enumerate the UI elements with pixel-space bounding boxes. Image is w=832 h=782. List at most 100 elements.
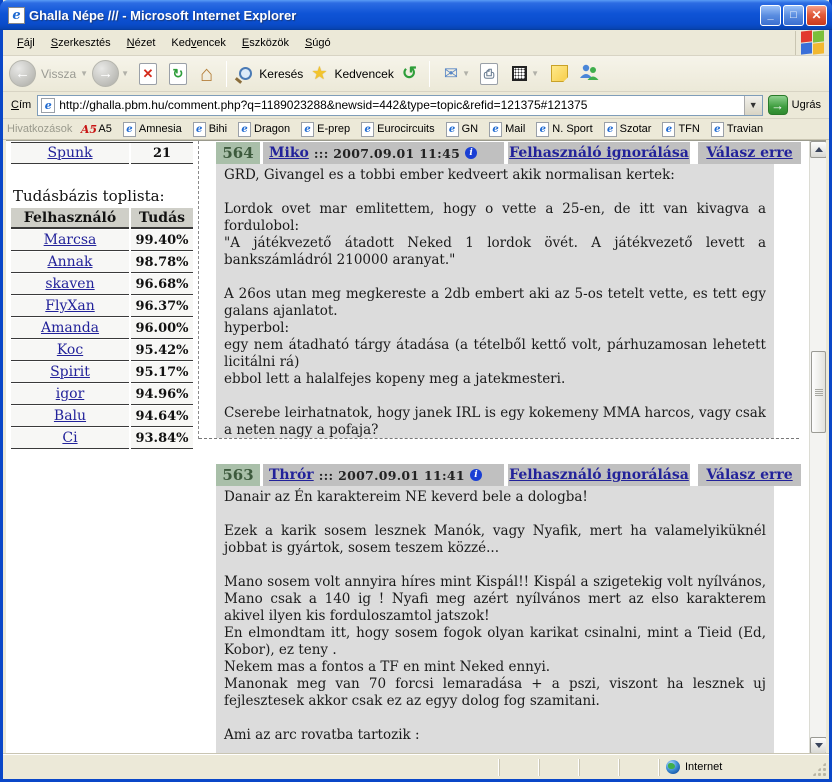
link-szotar[interactable]: eSzotar — [604, 122, 652, 137]
sidebar-top-table: Spunk 21 — [11, 142, 193, 165]
status-pane — [539, 759, 579, 776]
address-url[interactable]: http://ghalla.pbm.hu/comment.php?q=11890… — [59, 98, 743, 112]
print-icon[interactable]: ⎙ — [480, 63, 498, 85]
standard-toolbar: ← Vissza ▼ → ▼ ✕ ↻ ⌂ Keresés ★ Kedvencek… — [3, 56, 829, 92]
menu-file[interactable]: Fájl — [9, 34, 43, 52]
search-icon[interactable] — [239, 67, 252, 80]
edit-icon[interactable] — [512, 66, 527, 81]
forward-icon[interactable]: → — [92, 60, 119, 87]
status-bar: Internet — [3, 754, 829, 779]
reply-link[interactable]: Válasz erre — [706, 145, 792, 161]
user-link[interactable]: Ci — [62, 430, 77, 446]
toolbar-separator — [226, 61, 227, 87]
user-link[interactable]: igor — [56, 386, 85, 402]
discuss-icon[interactable] — [551, 65, 568, 82]
vertical-scrollbar[interactable] — [809, 141, 826, 754]
ignore-user-link[interactable]: Felhasználó ignorálása — [509, 145, 689, 161]
search-label[interactable]: Keresés — [259, 67, 303, 81]
link-dragon[interactable]: eDragon — [238, 122, 290, 137]
toplist-table: Felhasználó Tudás Marcsa99.40% Annak98.7… — [11, 208, 193, 450]
post-divider — [199, 438, 799, 439]
status-pane — [499, 759, 539, 776]
link-amnesia[interactable]: eAmnesia — [123, 122, 182, 137]
favorites-icon[interactable]: ★ — [311, 63, 327, 84]
link-bihi[interactable]: eBihi — [193, 122, 227, 137]
post-author-link[interactable]: Miko — [269, 145, 309, 161]
back-label[interactable]: Vissza — [41, 67, 76, 81]
user-link[interactable]: Annak — [48, 254, 93, 270]
address-input[interactable]: e http://ghalla.pbm.hu/comment.php?q=118… — [37, 95, 762, 116]
resize-grip[interactable] — [811, 761, 827, 777]
menu-favorites[interactable]: Kedvencek — [163, 34, 233, 52]
link-travian[interactable]: eTravian — [711, 122, 763, 137]
links-bar: Hivatkozások A5A5 eAmnesia eBihi eDragon… — [3, 119, 829, 140]
reply-link[interactable]: Válasz erre — [706, 467, 792, 483]
mail-icon[interactable]: ✉ — [444, 64, 458, 84]
scroll-down-icon[interactable] — [810, 737, 826, 754]
link-gn[interactable]: eGN — [446, 122, 479, 137]
scrollbar-thumb[interactable] — [811, 351, 826, 433]
user-link-spunk[interactable]: Spunk — [47, 145, 92, 161]
link-tfn[interactable]: eTFN — [662, 122, 699, 137]
minimize-button[interactable]: _ — [760, 5, 781, 26]
ie-favicon: e — [238, 122, 251, 137]
post-paragraph: En elmondtam itt, hogy sosem fogok olyan… — [224, 625, 766, 659]
table-row: Amanda96.00% — [11, 318, 193, 339]
ie-favicon: e — [193, 122, 206, 137]
user-link[interactable]: Amanda — [41, 320, 99, 336]
menu-help[interactable]: Súgó — [297, 34, 339, 52]
user-link[interactable]: Marcsa — [44, 232, 97, 248]
menu-view[interactable]: Nézet — [119, 34, 164, 52]
link-eurocircuits[interactable]: eEurocircuits — [361, 122, 434, 137]
info-icon[interactable]: i — [470, 469, 482, 481]
maximize-button[interactable]: □ — [783, 5, 804, 26]
home-icon[interactable]: ⌂ — [200, 61, 213, 87]
link-nsport[interactable]: eN. Sport — [536, 122, 592, 137]
menu-tools[interactable]: Eszközök — [234, 34, 297, 52]
forward-dropdown-icon[interactable]: ▼ — [121, 69, 129, 78]
back-dropdown-icon[interactable]: ▼ — [80, 69, 88, 78]
user-link[interactable]: Spirit — [50, 364, 90, 380]
history-icon[interactable]: ↺ — [402, 63, 417, 84]
knowledge-value: 94.64% — [131, 406, 193, 427]
user-value: 21 — [131, 143, 193, 164]
stop-icon[interactable]: ✕ — [139, 63, 157, 85]
edit-dropdown-icon[interactable]: ▼ — [531, 69, 539, 78]
ie-favicon: e — [536, 122, 549, 137]
post-paragraph: Ami az arc rovatba tartozik : — [224, 727, 766, 744]
info-icon[interactable]: i — [465, 147, 477, 159]
go-button[interactable]: → Ugrás — [768, 95, 825, 115]
refresh-icon[interactable]: ↻ — [169, 63, 187, 85]
address-bar: Cím e http://ghalla.pbm.hu/comment.php?q… — [3, 92, 829, 119]
table-row: Annak 98.78% — [11, 252, 193, 273]
mail-dropdown-icon[interactable]: ▼ — [462, 69, 470, 78]
posts-column: 564 Miko ::: 2007.09.01 11:45 i Felhaszn… — [216, 141, 801, 754]
post-header-563: 563 Thrór ::: 2007.09.01 11:41 i Felhasz… — [216, 464, 801, 486]
scroll-up-icon[interactable] — [810, 141, 826, 158]
ie-favicon: e — [711, 122, 724, 137]
link-mail[interactable]: eMail — [489, 122, 525, 137]
menu-edit[interactable]: Szerkesztés — [43, 34, 119, 52]
close-button[interactable]: ✕ — [806, 5, 827, 26]
go-arrow-icon[interactable]: → — [768, 95, 788, 115]
title-bar[interactable]: e Ghalla Népe /// - Microsoft Internet E… — [0, 0, 832, 30]
post-paragraph: GRD, Givangel es a tobbi ember kedveert … — [224, 167, 766, 184]
back-icon[interactable]: ← — [9, 60, 36, 87]
ie-favicon: e — [604, 122, 617, 137]
address-dropdown-icon[interactable]: ▼ — [744, 96, 762, 115]
link-a5[interactable]: A5A5 — [82, 122, 111, 137]
ignore-user-link[interactable]: Felhasználó ignorálása — [509, 467, 689, 483]
knowledge-value: 98.78% — [131, 252, 193, 273]
favorites-label[interactable]: Kedvencek — [334, 67, 393, 81]
knowledge-value: 94.96% — [131, 384, 193, 405]
post-author-link[interactable]: Thrór — [269, 467, 314, 483]
page-viewport: Spunk 21 Tudásbázis toplista: Felhasznál… — [6, 140, 826, 754]
messenger-icon[interactable] — [578, 62, 600, 85]
post-body-563: Danair az Én karaktereim NE keverd bele … — [216, 486, 774, 754]
user-link[interactable]: skaven — [45, 276, 94, 292]
user-link[interactable]: Balu — [54, 408, 86, 424]
user-link[interactable]: Koc — [57, 342, 83, 358]
user-link[interactable]: FlyXan — [45, 298, 94, 314]
link-eprep[interactable]: eE-prep — [301, 122, 350, 137]
column-header-knowledge: Tudás — [131, 208, 193, 229]
